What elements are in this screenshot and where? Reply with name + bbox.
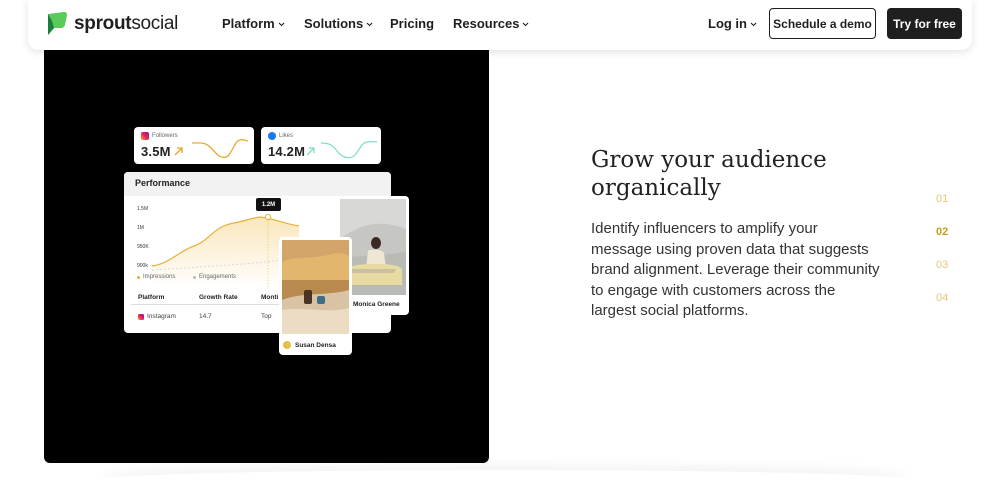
followers-card: Followers 3.5M <box>134 127 254 164</box>
susan-name-tag: Susan Densa <box>283 341 336 349</box>
influencer-card-susan: Susan Densa <box>279 237 352 355</box>
chart-tooltip: 1.2M <box>256 198 281 211</box>
followers-label: Followers <box>152 133 178 139</box>
chevron-down-icon <box>278 22 285 26</box>
step-02[interactable]: 02 <box>936 226 948 238</box>
nav-solutions[interactable]: Solutions <box>304 16 373 31</box>
column-platform: Platform <box>138 294 165 301</box>
site-header: sproutsocial Platform Solutions Pricing … <box>28 0 972 50</box>
logo-wordmark: sproutsocial <box>74 13 179 34</box>
login-link[interactable]: Log in <box>708 16 757 31</box>
row-growth-rate: 14.7 <box>199 313 212 320</box>
followers-value: 3.5M <box>141 144 171 159</box>
row-month: Top <box>261 313 272 320</box>
nav-pricing[interactable]: Pricing <box>390 16 434 31</box>
step-03[interactable]: 03 <box>936 259 948 271</box>
y-tick-label: 900k <box>137 263 148 269</box>
section-headline: Grow your audience organically <box>591 147 827 201</box>
legend-engagements: Engagements <box>193 274 236 280</box>
column-month: Monti <box>261 294 279 301</box>
trend-up-arrow-icon <box>174 147 183 156</box>
sprout-leaf-icon <box>48 12 67 35</box>
instagram-icon <box>138 313 144 320</box>
schedule-demo-button[interactable]: Schedule a demo <box>769 8 876 39</box>
chevron-down-icon <box>750 22 757 26</box>
chevron-down-icon <box>523 22 529 26</box>
y-tick-label: 950K <box>137 244 149 250</box>
trend-up-arrow-icon <box>306 147 315 156</box>
instagram-icon <box>141 132 149 140</box>
y-tick-label: 1.5M <box>137 206 148 212</box>
section-body: Identify influencers to amplify your mes… <box>591 220 880 319</box>
try-free-button[interactable]: Try for free <box>887 8 962 39</box>
performance-title: Performance <box>124 172 391 196</box>
susan-photo <box>282 240 349 334</box>
sprout-social-logo[interactable]: sproutsocial <box>44 11 178 37</box>
likes-sparkline <box>321 140 377 159</box>
likes-card: Likes 14.2M <box>261 127 381 164</box>
avatar <box>283 341 291 349</box>
step-04[interactable]: 04 <box>936 292 948 304</box>
nav-resources[interactable]: Resources <box>453 16 529 31</box>
likes-value: 14.2M <box>268 144 306 159</box>
highlight-point <box>264 213 272 221</box>
y-tick-label: 1M <box>137 225 144 231</box>
likes-label: Likes <box>279 133 294 139</box>
legend-impressions: Impressions <box>137 274 175 280</box>
next-section-edge <box>100 470 910 480</box>
column-growth-rate: Growth Rate <box>199 294 238 301</box>
row-platform: Instagram <box>138 313 176 320</box>
step-01[interactable]: 01 <box>936 193 948 205</box>
legend-dot <box>137 275 140 279</box>
facebook-icon <box>268 132 276 140</box>
product-illustration: Followers 3.5M Likes 14.2M Performance 1… <box>44 42 489 463</box>
chevron-down-icon <box>366 22 373 26</box>
legend-dot <box>193 275 196 279</box>
nav-platform[interactable]: Platform <box>222 16 285 31</box>
followers-sparkline <box>192 139 248 158</box>
